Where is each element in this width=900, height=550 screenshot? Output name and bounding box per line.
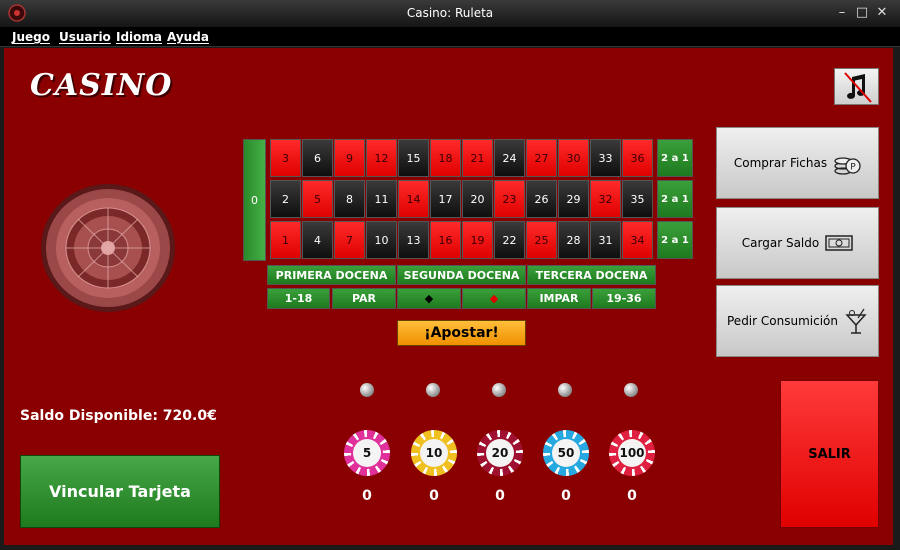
- bet-number-cell[interactable]: 4: [302, 221, 333, 259]
- order-drink-button[interactable]: Pedir Consumición: [716, 285, 879, 357]
- chip-indicator-light: [558, 383, 572, 397]
- chip-value: 5: [353, 439, 381, 467]
- column-bet-top[interactable]: 2 a 1: [657, 139, 693, 177]
- bet-number-cell[interactable]: 31: [590, 221, 621, 259]
- bet-number-cell[interactable]: 21: [462, 139, 493, 177]
- title-bar: Casino: Ruleta – □ ✕: [0, 0, 900, 27]
- bet-number-cell[interactable]: 15: [398, 139, 429, 177]
- bet-number-cell[interactable]: 5: [302, 180, 333, 218]
- menu-juego[interactable]: Juego: [12, 30, 50, 44]
- bet-number-cell[interactable]: 25: [526, 221, 557, 259]
- chip-5[interactable]: 5: [344, 430, 390, 476]
- buy-chips-button[interactable]: Comprar Fichas P: [716, 127, 879, 199]
- bet-number-cell[interactable]: 32: [590, 180, 621, 218]
- exit-button[interactable]: SALIR: [780, 380, 879, 528]
- cocktail-icon: [845, 308, 867, 334]
- bet-zero[interactable]: 0: [243, 139, 266, 261]
- bet-number-cell[interactable]: 11: [366, 180, 397, 218]
- chip-indicator-light: [624, 383, 638, 397]
- red-diamond-icon: ◆: [489, 292, 499, 305]
- bet-number-cell[interactable]: 17: [430, 180, 461, 218]
- dozen-first[interactable]: PRIMERA DOCENA: [267, 265, 396, 285]
- dozen-third[interactable]: TERCERA DOCENA: [527, 265, 656, 285]
- bet-number-cell[interactable]: 1: [270, 221, 301, 259]
- column-bet-bottom[interactable]: 2 a 1: [657, 221, 693, 259]
- casino-logo: CASINO: [30, 68, 173, 103]
- chip-indicator-light: [492, 383, 506, 397]
- bet-number-cell[interactable]: 8: [334, 180, 365, 218]
- dozen-second[interactable]: SEGUNDA DOCENA: [397, 265, 526, 285]
- chip-value: 20: [486, 439, 514, 467]
- chip-count: 0: [561, 488, 571, 504]
- order-drink-label: Pedir Consumición: [727, 314, 838, 328]
- maximize-button[interactable]: □: [854, 5, 870, 21]
- balance-label: Saldo Disponible: 720.0€: [20, 408, 217, 424]
- bet-number-cell[interactable]: 14: [398, 180, 429, 218]
- bet-number-cell[interactable]: 23: [494, 180, 525, 218]
- bet-number-cell[interactable]: 7: [334, 221, 365, 259]
- bet-odd[interactable]: IMPAR: [527, 288, 591, 309]
- bet-black[interactable]: ◆: [397, 288, 461, 309]
- bet-even[interactable]: PAR: [332, 288, 396, 309]
- menu-bar: Juego Usuario Idioma Ayuda: [0, 27, 900, 47]
- bet-red[interactable]: ◆: [462, 288, 526, 309]
- chip-value: 50: [552, 439, 580, 467]
- bet-low[interactable]: 1-18: [267, 288, 330, 309]
- music-muted-icon: [844, 72, 872, 103]
- bet-number-cell[interactable]: 16: [430, 221, 461, 259]
- bet-number-cell[interactable]: 10: [366, 221, 397, 259]
- close-button[interactable]: ✕: [874, 5, 890, 21]
- bet-number-cell[interactable]: 9: [334, 139, 365, 177]
- svg-text:P: P: [850, 163, 856, 173]
- coins-icon: P: [834, 157, 861, 175]
- banknote-icon: [825, 235, 853, 251]
- bet-number-cell[interactable]: 22: [494, 221, 525, 259]
- column-bet-middle[interactable]: 2 a 1: [657, 180, 693, 218]
- minimize-button[interactable]: –: [834, 5, 850, 21]
- bet-number-cell[interactable]: 6: [302, 139, 333, 177]
- bet-number-cell[interactable]: 36: [622, 139, 653, 177]
- menu-usuario[interactable]: Usuario: [59, 30, 111, 44]
- bet-number-cell[interactable]: 35: [622, 180, 653, 218]
- chip-count: 0: [495, 488, 505, 504]
- chip-100[interactable]: 100: [609, 430, 655, 476]
- menu-ayuda[interactable]: Ayuda: [167, 30, 209, 44]
- chip-value: 100: [618, 439, 646, 467]
- black-diamond-icon: ◆: [424, 292, 434, 305]
- chip-20[interactable]: 20: [477, 430, 523, 476]
- bet-number-cell[interactable]: 19: [462, 221, 493, 259]
- buy-chips-label: Comprar Fichas: [733, 156, 828, 170]
- bet-number-cell[interactable]: 2: [270, 180, 301, 218]
- menu-idioma[interactable]: Idioma: [116, 30, 162, 44]
- bet-high[interactable]: 19-36: [592, 288, 656, 309]
- window-title: Casino: Ruleta: [406, 6, 494, 20]
- bet-number-cell[interactable]: 13: [398, 221, 429, 259]
- chip-50[interactable]: 50: [543, 430, 589, 476]
- bet-number-cell[interactable]: 18: [430, 139, 461, 177]
- bet-number-cell[interactable]: 3: [270, 139, 301, 177]
- chip-count: 0: [627, 488, 637, 504]
- bet-number-cell[interactable]: 30: [558, 139, 589, 177]
- bet-number-cell[interactable]: 28: [558, 221, 589, 259]
- bet-number-cell[interactable]: 26: [526, 180, 557, 218]
- chip-indicator-light: [426, 383, 440, 397]
- bet-number-cell[interactable]: 27: [526, 139, 557, 177]
- chip-10[interactable]: 10: [411, 430, 457, 476]
- bet-number-cell[interactable]: 12: [366, 139, 397, 177]
- chip-value: 10: [420, 439, 448, 467]
- bet-number-cell[interactable]: 20: [462, 180, 493, 218]
- load-balance-label: Cargar Saldo: [741, 236, 820, 250]
- load-balance-button[interactable]: Cargar Saldo: [716, 207, 879, 279]
- bet-number-cell[interactable]: 33: [590, 139, 621, 177]
- bet-number-cell[interactable]: 29: [558, 180, 589, 218]
- chip-indicator-light: [360, 383, 374, 397]
- place-bet-button[interactable]: ¡Apostar!: [397, 320, 526, 346]
- link-card-button[interactable]: Vincular Tarjeta: [20, 455, 220, 528]
- chip-count: 0: [362, 488, 372, 504]
- chip-count: 0: [429, 488, 439, 504]
- music-toggle-button[interactable]: [834, 68, 879, 105]
- bet-number-cell[interactable]: 24: [494, 139, 525, 177]
- roulette-wheel: [41, 184, 175, 312]
- bet-number-cell[interactable]: 34: [622, 221, 653, 259]
